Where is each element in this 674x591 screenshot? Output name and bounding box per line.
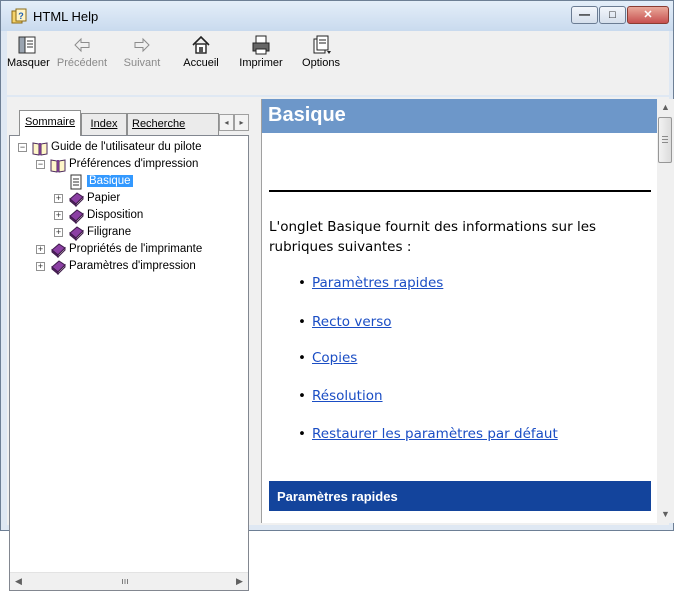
forward-button[interactable]: Suivant [117,33,167,91]
window-title: HTML Help [33,9,99,24]
back-button[interactable]: Précédent [51,33,113,91]
tree-item[interactable]: − Guide de l'utilisateur du pilote [10,140,248,156]
forward-label: Suivant [123,57,161,69]
tab-scroll-right-button[interactable]: ▸ [234,114,249,131]
section-title: Paramètres rapides [277,489,398,504]
close-button[interactable]: ✕ [627,6,669,24]
hide-button[interactable]: Masquer [7,33,50,91]
list-item: • Recto verso [298,314,392,330]
expand-icon[interactable]: + [54,194,63,203]
toolbar: Masquer Précédent Suivant Accueil Imprim… [7,31,669,95]
topic-header: Basique [262,99,657,133]
tab-contents[interactable]: Sommaire [19,110,81,136]
tree-item-label: Préférences d'impression [69,158,199,170]
back-arrow-icon [74,37,90,53]
page-icon [70,174,82,190]
tree-item[interactable]: + Propriétés de l'imprimante [10,242,248,258]
minimize-icon: — [579,9,590,21]
link-restaurer-parametres[interactable]: Restaurer les paramètres par défaut [312,426,558,442]
closed-book-icon [51,243,66,258]
svg-text:?: ? [18,11,24,21]
closed-book-icon [69,209,84,224]
hide-label: Masquer [7,57,50,69]
horizontal-rule [269,190,651,192]
tree-item[interactable]: + Disposition [10,208,248,224]
navigation-pane: Sommaire Index Recherche ◂ ▸ − Guide de l… [7,99,257,591]
printer-icon [252,35,270,55]
section-header: Paramètres rapides [269,481,651,511]
topic-intro: L'onglet Basique fournit des information… [269,219,597,255]
expand-icon[interactable]: + [36,245,45,254]
closed-book-icon [69,192,84,207]
home-icon [192,35,210,54]
expand-icon[interactable]: + [36,262,45,271]
list-item: • Restaurer les paramètres par défaut [298,426,558,442]
options-label: Options [302,57,340,69]
link-resolution[interactable]: Résolution [312,388,383,404]
chevron-right-icon: ▸ [239,118,244,127]
tree-item-label: Basique [87,175,133,187]
options-button[interactable]: Options [295,33,347,91]
hide-pane-icon [18,36,36,54]
tree-horizontal-scrollbar[interactable]: ◀ ııı ▶ [10,572,248,590]
tree-item-label: Filigrane [87,226,132,238]
tree-view: − Guide de l'utilisateur du pilote − Préfér… [10,136,248,576]
collapse-icon[interactable]: − [36,160,45,169]
open-book-icon [50,159,66,173]
maximize-button[interactable]: □ [599,6,626,24]
home-button[interactable]: Accueil [177,33,225,91]
collapse-icon[interactable]: − [18,143,27,152]
help-app-icon: ? [11,8,27,24]
link-recto-verso[interactable]: Recto verso [312,314,391,330]
link-copies[interactable]: Copies [312,350,357,366]
list-item: • Paramètres rapides [298,275,444,291]
help-window: ? HTML Help — □ ✕ Masquer Précédent Suiv… [0,0,674,591]
tab-index[interactable]: Index [81,113,127,135]
link-parametres-rapides[interactable]: Paramètres rapides [312,275,443,291]
tree-item[interactable]: Basique [10,174,248,190]
home-label: Accueil [183,57,219,69]
forward-arrow-icon [134,37,150,53]
open-book-icon [32,142,48,156]
tree-item[interactable]: + Filigrane [10,225,248,241]
topic-content: Basique L'onglet Basique fournit des inf… [261,99,657,523]
scroll-up-icon[interactable]: ▲ [657,99,674,116]
print-button[interactable]: Imprimer [233,33,289,91]
tree-item[interactable]: + Paramètres d'impression [10,259,248,275]
title-bar[interactable]: ? HTML Help — □ ✕ [1,1,673,31]
tree-item-label: Disposition [87,209,144,221]
closed-book-icon [51,260,66,275]
topic-title: Basique [268,104,346,126]
tab-scroll-left-button[interactable]: ◂ [219,114,234,131]
closed-book-icon [69,226,84,241]
expand-icon[interactable]: + [54,228,63,237]
scroll-thumb[interactable]: ııı [80,575,170,587]
tree-item[interactable]: + Papier [10,191,248,207]
tree-item-label: Guide de l'utilisateur du pilote [51,141,202,153]
scroll-right-icon[interactable]: ▶ [231,573,248,590]
scroll-down-icon[interactable]: ▼ [657,506,674,523]
content-vertical-scrollbar[interactable]: ▲ ▼ [657,99,674,523]
options-icon [313,35,331,54]
list-item: • Copies [298,350,358,366]
print-label: Imprimer [239,57,283,69]
tree-item-label: Paramètres d'impression [69,260,196,272]
list-item: • Résolution [298,388,383,404]
tree-item[interactable]: − Préférences d'impression [10,157,248,173]
close-icon: ✕ [643,9,653,21]
back-label: Précédent [56,57,108,69]
contents-tree: − Guide de l'utilisateur du pilote − Préfér… [9,135,249,591]
tree-item-label: Propriétés de l'imprimante [69,243,203,255]
chevron-left-icon: ◂ [224,118,229,127]
scroll-thumb[interactable] [658,117,672,163]
maximize-icon: □ [609,9,616,21]
minimize-button[interactable]: — [571,6,598,24]
scroll-left-icon[interactable]: ◀ [10,573,27,590]
expand-icon[interactable]: + [54,211,63,220]
tab-search[interactable]: Recherche [127,113,219,135]
tree-item-label: Papier [87,192,121,204]
